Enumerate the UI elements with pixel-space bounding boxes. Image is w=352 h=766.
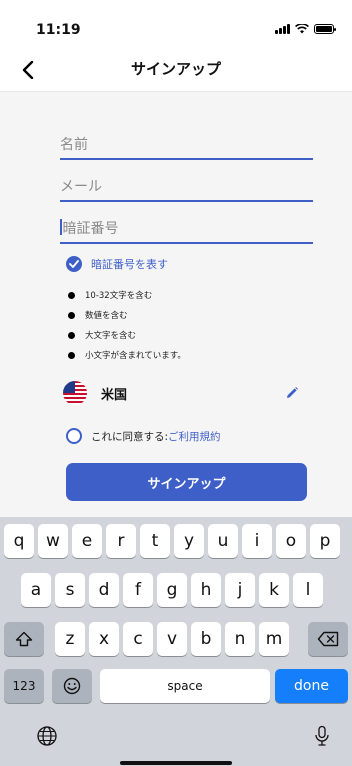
password-placeholder: 暗証番号: [62, 221, 119, 237]
terms-agreement: これに同意する: ご利用規約: [66, 428, 221, 444]
key-r[interactable]: r: [106, 524, 136, 558]
key-o[interactable]: o: [276, 524, 306, 558]
key-j[interactable]: j: [225, 573, 255, 607]
show-password-toggle[interactable]: 暗証番号を表す: [66, 256, 168, 272]
keyboard: q w e r t y u i o p a s d f g h j k l z …: [0, 517, 352, 766]
key-l[interactable]: l: [293, 573, 323, 607]
status-time: 11:19: [36, 22, 81, 38]
done-key[interactable]: done: [275, 669, 348, 703]
show-password-label: 暗証番号を表す: [91, 258, 168, 271]
password-rules: 10-32文字を含む 数値を含む 大文字を含む 小文字が含まれています。: [68, 285, 186, 365]
backspace-key[interactable]: [308, 622, 348, 656]
numbers-key[interactable]: 123: [4, 669, 44, 703]
backspace-icon: [317, 631, 339, 647]
agree-radio[interactable]: [66, 428, 82, 444]
key-a[interactable]: a: [21, 573, 51, 607]
bullet-icon: [68, 291, 75, 299]
space-key[interactable]: space: [100, 669, 270, 703]
home-indicator: [120, 761, 232, 765]
name-placeholder: 名前: [60, 137, 88, 153]
signup-button[interactable]: サインアップ: [66, 463, 307, 501]
shift-icon: [15, 631, 33, 647]
status-icons: [275, 24, 336, 34]
password-rule: 小文字が含まれています。: [68, 345, 186, 365]
password-rule: 10-32文字を含む: [68, 285, 186, 305]
globe-button[interactable]: [34, 723, 60, 749]
key-p[interactable]: p: [310, 524, 340, 558]
us-flag-icon: [63, 381, 87, 405]
microphone-icon: [315, 725, 329, 746]
key-t[interactable]: t: [140, 524, 170, 558]
terms-link[interactable]: ご利用規約: [168, 429, 221, 444]
key-u[interactable]: u: [208, 524, 238, 558]
edit-country-button[interactable]: [281, 382, 303, 404]
wifi-icon: [295, 24, 309, 34]
key-x[interactable]: x: [89, 622, 119, 656]
bullet-icon: [68, 311, 75, 319]
country-name: 米国: [101, 387, 128, 403]
key-s[interactable]: s: [55, 573, 85, 607]
key-e[interactable]: e: [72, 524, 102, 558]
name-field[interactable]: 名前: [60, 130, 313, 160]
rule-text: 数値を含む: [85, 311, 128, 321]
key-w[interactable]: w: [38, 524, 68, 558]
email-field[interactable]: メール: [60, 172, 313, 202]
emoji-icon: [63, 677, 81, 695]
pencil-icon: [287, 387, 298, 398]
agree-text: これに同意する:: [91, 430, 169, 443]
bullet-icon: [68, 331, 75, 339]
password-field[interactable]: 暗証番号: [60, 214, 313, 244]
status-bar: 11:19: [0, 0, 352, 48]
key-z[interactable]: z: [55, 622, 85, 656]
key-b[interactable]: b: [191, 622, 221, 656]
page-title: サインアップ: [130, 60, 221, 78]
country-selector[interactable]: 米国: [63, 380, 303, 406]
key-v[interactable]: v: [157, 622, 187, 656]
emoji-key[interactable]: [52, 669, 92, 703]
password-rule: 大文字を含む: [68, 325, 186, 345]
key-d[interactable]: d: [89, 573, 119, 607]
email-placeholder: メール: [60, 179, 102, 195]
nav-bar: サインアップ: [0, 48, 352, 92]
rule-text: 10-32文字を含む: [85, 291, 153, 301]
rule-text: 大文字を含む: [85, 331, 137, 341]
dictation-button[interactable]: [309, 723, 335, 749]
signal-icon: [275, 24, 290, 34]
key-n[interactable]: n: [225, 622, 255, 656]
key-f[interactable]: f: [123, 573, 153, 607]
key-m[interactable]: m: [259, 622, 289, 656]
bullet-icon: [68, 351, 75, 359]
key-y[interactable]: y: [174, 524, 204, 558]
key-h[interactable]: h: [191, 573, 221, 607]
key-i[interactable]: i: [242, 524, 272, 558]
password-rule: 数値を含む: [68, 305, 186, 325]
rule-text: 小文字が含まれています。: [85, 351, 186, 361]
battery-icon: [314, 24, 336, 34]
key-g[interactable]: g: [157, 573, 187, 607]
key-k[interactable]: k: [259, 573, 289, 607]
globe-icon: [37, 726, 57, 746]
key-q[interactable]: q: [4, 524, 34, 558]
shift-key[interactable]: [4, 622, 44, 656]
text-caret: [60, 219, 62, 235]
key-c[interactable]: c: [123, 622, 153, 656]
check-icon: [66, 256, 82, 272]
